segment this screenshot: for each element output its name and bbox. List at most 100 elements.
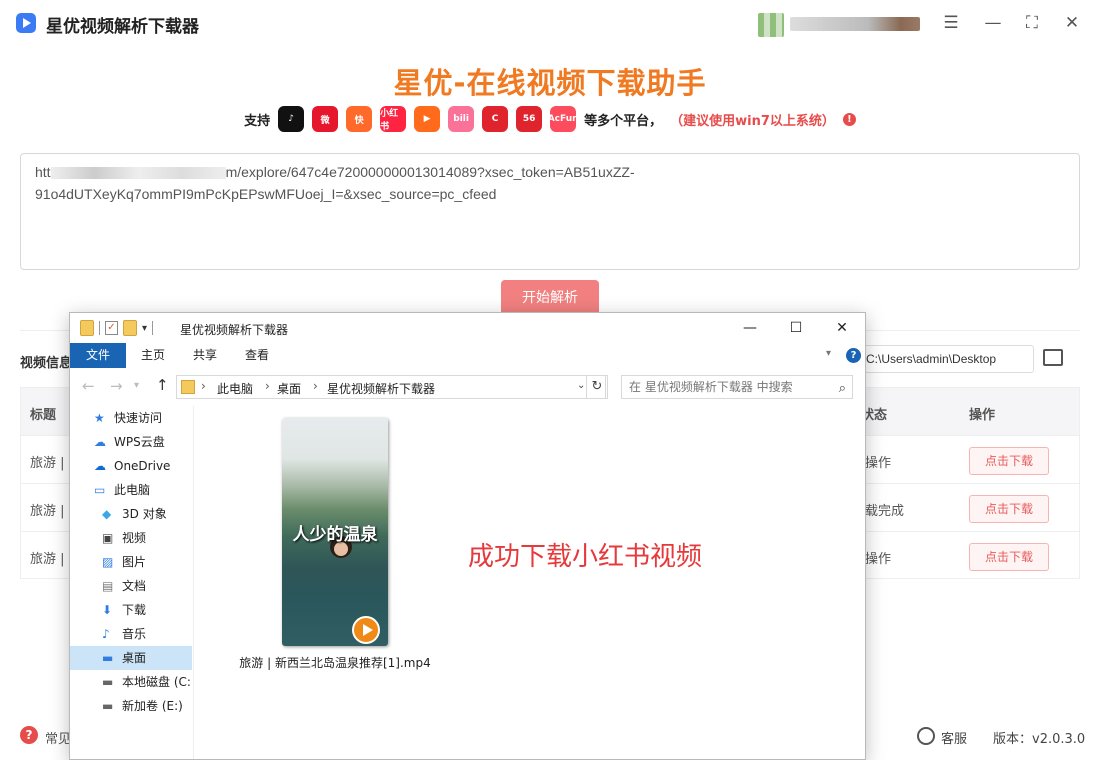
download-icon: ⬇	[102, 603, 113, 617]
ribbon-tab-share[interactable]: 共享	[182, 343, 228, 368]
save-path-input[interactable]: C:\Users\admin\Desktop	[862, 345, 1034, 373]
thumbnail-caption: 人少的温泉	[292, 525, 378, 545]
music-icon: ♪	[102, 627, 110, 641]
nav-item-label: WPS云盘	[114, 435, 165, 449]
minimize-icon[interactable]: —	[982, 12, 1004, 34]
nav-item[interactable]: ★ 快速访问	[70, 406, 192, 430]
drive-icon: ▬	[102, 699, 114, 713]
nav-item-label: 新加卷 (E:)	[122, 699, 183, 713]
url-blurred-segment	[50, 167, 226, 180]
nav-item-label: 此电脑	[114, 483, 151, 497]
info-icon[interactable]: !	[842, 112, 856, 126]
url-line2: 91o4dUTXeyKq7ommPI9mPcKpEPswMFUoej_I=&xs…	[35, 186, 497, 202]
back-arrow-icon[interactable]: ←	[82, 377, 95, 395]
nav-item[interactable]: ♪ 音乐	[70, 622, 192, 646]
video-info-label: 视频信息	[20, 356, 73, 371]
breadcrumb-this-pc[interactable]: 此电脑	[217, 380, 253, 397]
download-button[interactable]: 点击下载	[969, 447, 1049, 475]
customize-toolbar-icon[interactable]: ▾	[142, 323, 147, 334]
download-button[interactable]: 点击下载	[969, 495, 1049, 523]
nav-item[interactable]: ▬ 本地磁盘 (C:	[70, 670, 192, 694]
download-button[interactable]: 点击下载	[969, 543, 1049, 571]
platform-芒果-icon: C	[482, 106, 509, 132]
hero-title: 星优-在线视频下载助手	[393, 66, 707, 100]
nav-item[interactable]: ☁ OneDrive	[70, 454, 192, 478]
ribbon-tab-file[interactable]: 文件	[70, 343, 126, 368]
row-title: 旅游 |	[30, 552, 65, 567]
customer-service-icon[interactable]	[917, 727, 935, 745]
nav-item[interactable]: ▨ 图片	[70, 550, 192, 574]
document-icon: ▤	[102, 579, 114, 593]
start-parse-button[interactable]: 开始解析	[501, 280, 599, 316]
nav-item-label: 3D 对象	[122, 507, 167, 521]
system-hint-text: （建议使用win7以上系统）	[670, 113, 835, 129]
explorer-minimize-icon[interactable]: —	[738, 317, 762, 339]
search-icon[interactable]: ⌕	[839, 378, 846, 400]
url-input[interactable]: htt m/explore/647c4e720000000013014089?xs…	[20, 153, 1080, 270]
platform-AcFun-icon: AcFun	[548, 106, 579, 132]
platform-icons: ♪ 微快小红书 ▶ bili C 56 AcFun	[278, 106, 579, 132]
ribbon-tab-home[interactable]: 主页	[130, 343, 176, 368]
user-name-blurred[interactable]	[790, 17, 920, 31]
quick-access-toolbar: ✓ ▾	[80, 320, 154, 336]
nav-item-label: 桌面	[122, 651, 147, 665]
open-folder-icon[interactable]	[1043, 349, 1063, 366]
breadcrumb-current-folder[interactable]: 星优视频解析下载器	[327, 380, 435, 397]
nav-item[interactable]: ◆ 3D 对象	[70, 502, 192, 526]
video-file-name[interactable]: 旅游 | 新西兰北岛温泉推荐[1].mp4	[235, 654, 435, 671]
navigation-pane: ★ 快速访问 ☁ WPS云盘 ☁ OneDrive ▭ 此电脑 ◆ 3D 对象 ▣ 视频 ▨ 图片 ▤ 文档 ⬇…	[70, 406, 194, 759]
explorer-titlebar: ✓ ▾ 星优视频解析下载器 — ☐ ✕	[70, 313, 865, 343]
close-icon[interactable]: ✕	[1061, 12, 1083, 34]
explorer-close-icon[interactable]: ✕	[830, 317, 854, 339]
app-logo-icon	[16, 13, 36, 33]
folder-icon	[80, 320, 94, 336]
breadcrumb-desktop[interactable]: 桌面	[277, 380, 301, 397]
ribbon-tab-view[interactable]: 查看	[234, 343, 280, 368]
platform-快手-icon: 快	[346, 106, 373, 132]
version-text: 版本：v2.0.3.0	[993, 732, 1086, 747]
address-bar[interactable]: › 此电脑 › 桌面 › 星优视频解析下载器 ⌄	[176, 375, 606, 399]
nav-item[interactable]: ☁ WPS云盘	[70, 430, 192, 454]
nav-item-label: 图片	[122, 555, 147, 569]
nav-item[interactable]: ⬇ 下载	[70, 598, 192, 622]
new-folder-icon[interactable]	[123, 320, 137, 336]
nav-item[interactable]: ▣ 视频	[70, 526, 192, 550]
help-icon[interactable]: ?	[20, 726, 38, 744]
platform-56-icon: 56	[516, 106, 543, 132]
breadcrumb-separator: ›	[265, 379, 270, 393]
nav-item-label: 音乐	[122, 627, 147, 641]
url-line1-end: m/explore/647c4e720000000013014089?xsec_…	[225, 164, 635, 180]
desktop-icon: ▬	[102, 651, 114, 665]
cloud-icon: ☁	[94, 435, 106, 449]
file-content-pane: 人少的温泉 旅游 | 新西兰北岛温泉推荐[1].mp4 成功下载小红书视频	[195, 406, 865, 759]
search-placeholder: 在 星优视频解析下载器 中搜索	[629, 380, 793, 394]
breadcrumb-separator: ›	[313, 379, 318, 393]
row-title: 旅游 |	[30, 504, 65, 519]
explorer-ribbon: 文件 主页 共享 查看 ▾ ?	[70, 343, 865, 368]
explorer-maximize-icon[interactable]: ☐	[784, 317, 808, 339]
recent-locations-icon[interactable]: ▾	[134, 380, 139, 391]
customer-service-link[interactable]: 客服	[941, 728, 967, 747]
header-action: 操作	[969, 408, 996, 423]
ribbon-expand-icon[interactable]: ▾	[826, 348, 831, 359]
nav-item[interactable]: ▤ 文档	[70, 574, 192, 598]
help-label[interactable]: 常见	[45, 728, 71, 747]
nav-item[interactable]: ▬ 新加卷 (E:)	[70, 694, 192, 718]
settings-sliders-icon[interactable]: ☰	[940, 12, 962, 34]
video-file-thumbnail[interactable]: 人少的温泉	[282, 418, 388, 646]
maximize-icon[interactable]: ⛶	[1021, 12, 1043, 34]
up-arrow-icon[interactable]: ↑	[156, 376, 169, 394]
row-title: 旅游 |	[30, 456, 65, 471]
nav-item[interactable]: ▭ 此电脑	[70, 478, 192, 502]
explorer-search-input[interactable]: 在 星优视频解析下载器 中搜索 ⌕	[621, 375, 853, 399]
refresh-icon[interactable]: ↻	[586, 375, 608, 399]
row-status: 操作	[865, 552, 892, 567]
user-avatar[interactable]	[758, 13, 784, 37]
properties-icon[interactable]: ✓	[105, 321, 118, 335]
address-dropdown-icon[interactable]: ⌄	[577, 380, 585, 391]
app-header: 星优视频解析下载器 ☰ — ⛶ ✕	[0, 0, 1100, 46]
explorer-help-icon[interactable]: ?	[846, 348, 861, 363]
nav-item[interactable]: ▬ 桌面	[70, 646, 192, 670]
forward-arrow-icon[interactable]: →	[110, 377, 123, 395]
drive-icon: ▬	[102, 675, 114, 689]
